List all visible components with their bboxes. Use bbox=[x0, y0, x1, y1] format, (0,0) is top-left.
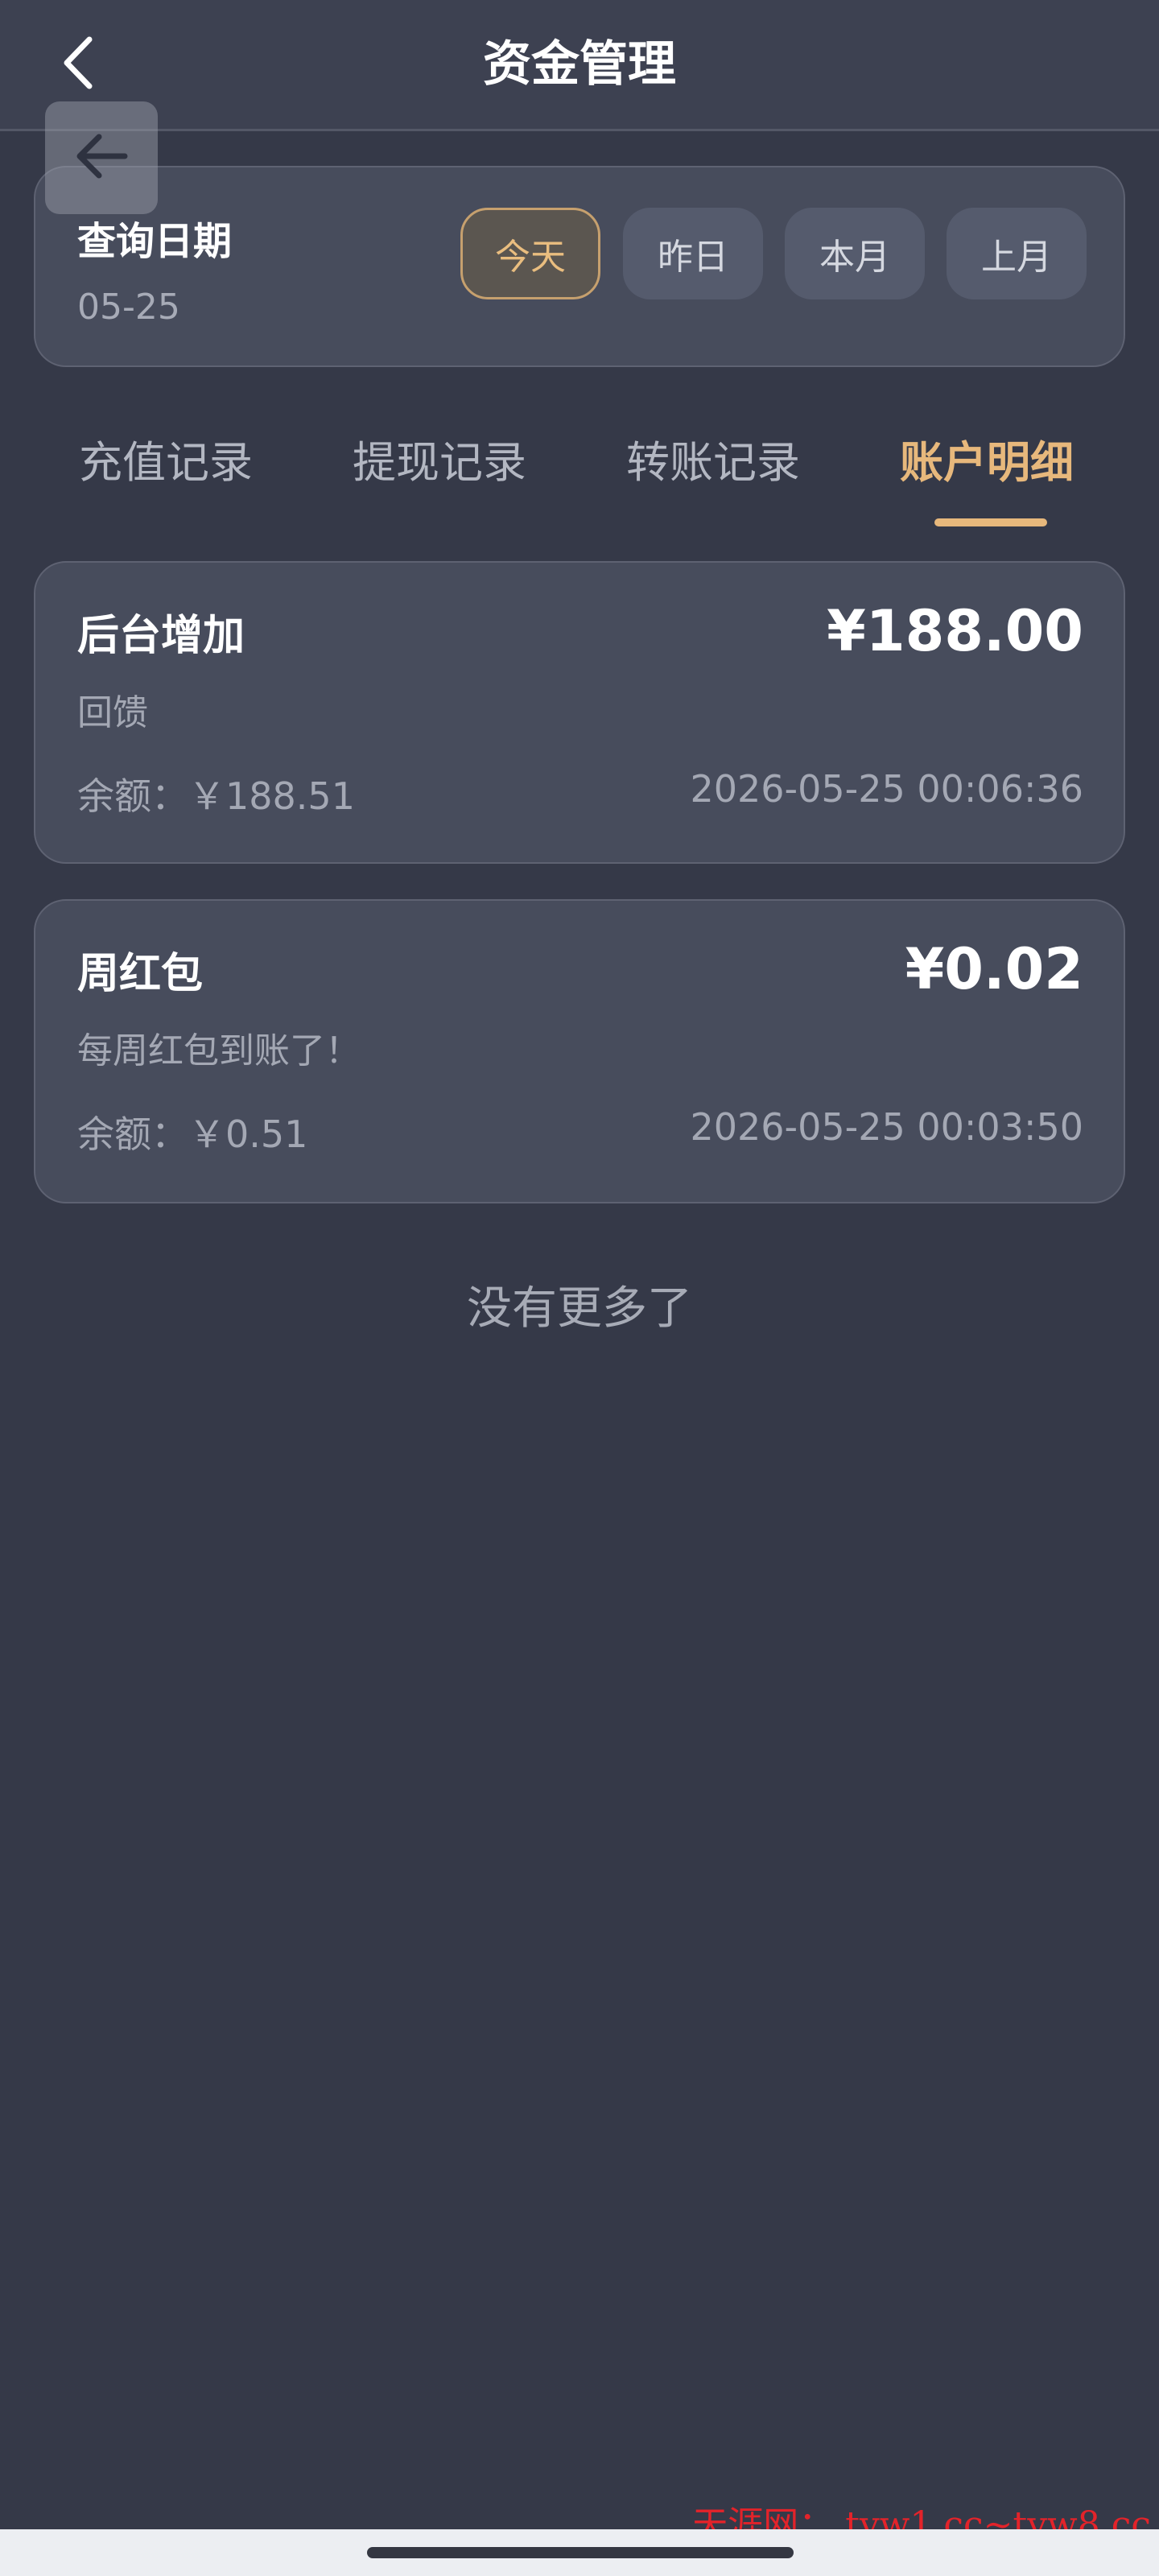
record-balance: 余额：￥0.51 bbox=[77, 1113, 308, 1156]
list-end-text: 没有更多了 bbox=[467, 1282, 692, 1335]
date-option-last-month[interactable]: 上月 bbox=[947, 208, 1087, 299]
app-header: 资金管理 bbox=[0, 0, 1159, 131]
date-option-today[interactable]: 今天 bbox=[460, 208, 600, 299]
record-note: 回馈 bbox=[77, 692, 148, 733]
record-title: 后台增加 bbox=[77, 612, 245, 660]
record-note: 每周红包到账了！ bbox=[77, 1030, 361, 1071]
record-balance: 余额：￥188.51 bbox=[77, 774, 355, 818]
tab-withdraw-records[interactable]: 提现记录 bbox=[353, 435, 526, 491]
date-filter-value: 05-25 bbox=[77, 287, 180, 328]
arrow-left-icon bbox=[73, 132, 130, 184]
date-option-this-month[interactable]: 本月 bbox=[785, 208, 925, 299]
record-time: 2026-05-25 00:03:50 bbox=[690, 1105, 1083, 1149]
tab-transfer-records[interactable]: 转账记录 bbox=[626, 435, 800, 491]
page-title: 资金管理 bbox=[483, 36, 676, 93]
record-amount: ¥188.00 bbox=[827, 598, 1083, 664]
date-filter-card: 查询日期 05-25 今天 昨日 本月 上月 bbox=[34, 166, 1125, 367]
list-item[interactable]: 后台增加 ¥188.00 回馈 余额：￥188.51 2026-05-25 00… bbox=[34, 561, 1125, 864]
home-indicator[interactable] bbox=[367, 2547, 794, 2558]
record-title: 周红包 bbox=[77, 950, 204, 998]
date-option-yesterday[interactable]: 昨日 bbox=[623, 208, 763, 299]
list-item[interactable]: 周红包 ¥0.02 每周红包到账了！ 余额：￥0.51 2026-05-25 0… bbox=[34, 899, 1125, 1203]
record-amount: ¥0.02 bbox=[905, 936, 1083, 1002]
tab-account-details[interactable]: 账户明细 bbox=[900, 435, 1074, 491]
active-tab-indicator bbox=[934, 518, 1047, 526]
record-time: 2026-05-25 00:06:36 bbox=[690, 767, 1083, 811]
tab-recharge-records[interactable]: 充值记录 bbox=[79, 435, 253, 491]
date-filter-label: 查询日期 bbox=[77, 219, 233, 264]
floating-back-button[interactable] bbox=[45, 101, 158, 214]
